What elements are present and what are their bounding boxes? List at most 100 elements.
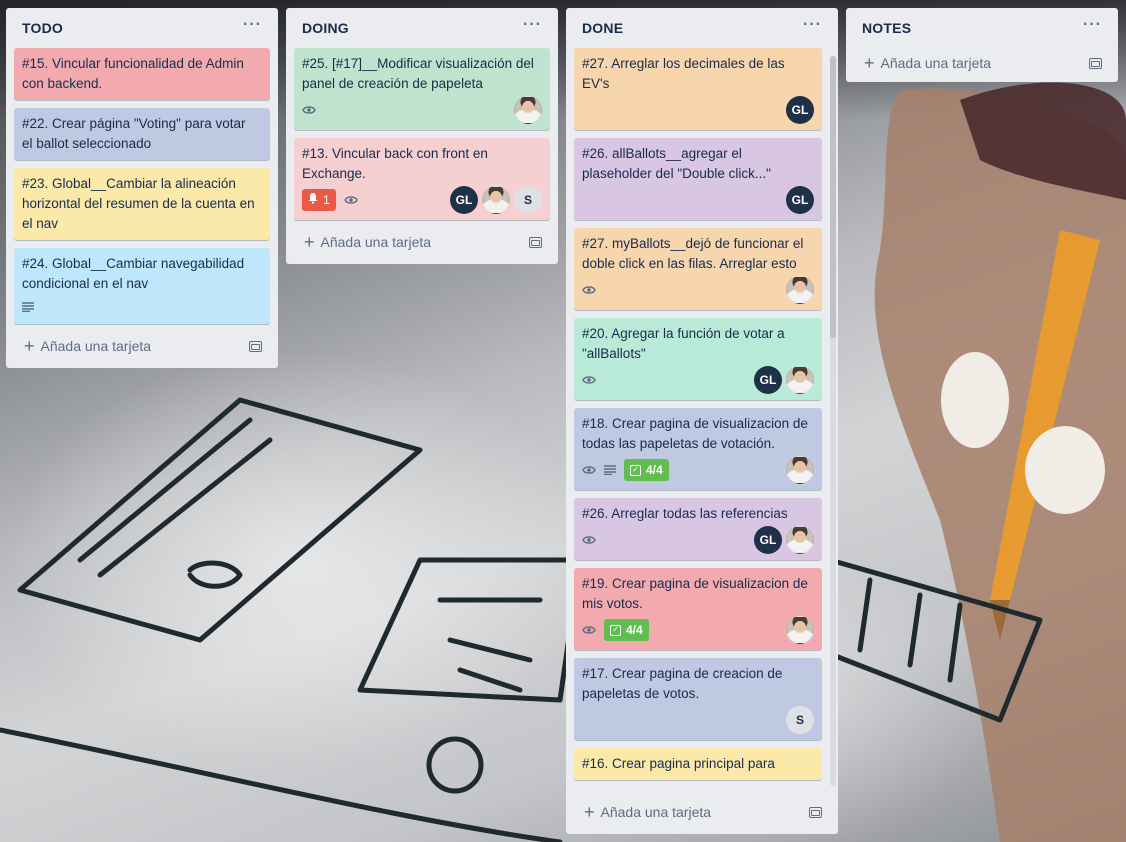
card-title: #27. Arreglar los decimales de las EV's (582, 56, 785, 91)
member-avatar[interactable] (786, 276, 814, 304)
card-badges: ✓ 4/4 (582, 459, 669, 481)
card-list: #15. Vincular funcionalidad de Admin con… (14, 48, 270, 324)
card-members: GL (754, 366, 814, 394)
card[interactable]: #26. allBallots__agregar el plaseholder … (574, 138, 822, 220)
add-card-label: Añada una tarjeta (320, 234, 432, 250)
description-icon (604, 465, 616, 475)
ellipsis-icon[interactable]: ··· (243, 17, 262, 36)
card-members (786, 456, 814, 484)
plus-icon: + (24, 336, 35, 356)
card-members (514, 96, 542, 124)
card-members (786, 276, 814, 304)
checklist-badge: ✓ 4/4 (604, 619, 649, 641)
member-avatar[interactable]: GL (754, 526, 782, 554)
card-badges: 1 (302, 189, 358, 211)
card-template-icon[interactable] (1089, 57, 1102, 69)
card[interactable]: #27. myBallots__dejó de funcionar el dob… (574, 228, 822, 310)
notification-count: 1 (323, 193, 330, 207)
card[interactable]: #15. Vincular funcionalidad de Admin con… (14, 48, 270, 100)
member-avatar[interactable]: GL (786, 186, 814, 214)
list-footer: + Añada una tarjeta (574, 790, 830, 834)
card-title: #17. Crear pagina de creacion de papelet… (582, 666, 783, 701)
watch-icon (582, 535, 596, 545)
card-footer: S (582, 706, 814, 734)
member-avatar[interactable] (786, 616, 814, 644)
scrollbar-thumb[interactable] (830, 56, 836, 338)
list-todo: TODO ··· #15. Vincular funcionalidad de … (6, 8, 278, 368)
card-template-icon[interactable] (529, 236, 542, 248)
card-badges (22, 302, 34, 312)
description-icon (22, 302, 34, 312)
card[interactable]: #13. Vincular back con front en Exchange… (294, 138, 550, 220)
member-avatar[interactable] (786, 526, 814, 554)
card[interactable]: #20. Agregar la función de votar a "allB… (574, 318, 822, 400)
member-avatar[interactable] (514, 96, 542, 124)
member-avatar[interactable] (786, 456, 814, 484)
card[interactable]: #23. Global__Cambiar la alineación horiz… (14, 168, 270, 240)
ellipsis-icon[interactable]: ··· (803, 17, 822, 36)
member-avatar[interactable] (786, 366, 814, 394)
add-card-button[interactable]: + Añada una tarjeta (584, 803, 711, 821)
card-title: #15. Vincular funcionalidad de Admin con… (22, 56, 244, 91)
list-footer: + Añada una tarjeta (294, 220, 550, 264)
member-avatar[interactable]: GL (786, 96, 814, 124)
card[interactable]: #19. Crear pagina de visualizacion de mi… (574, 568, 822, 650)
card-badges (582, 285, 596, 295)
card-footer: GL (582, 186, 814, 214)
card[interactable]: #25. [#17]__Modificar visualización del … (294, 48, 550, 130)
card-members: S (786, 706, 814, 734)
list-header: TODO ··· (14, 8, 270, 48)
plus-icon: + (864, 53, 875, 73)
card-title: #18. Crear pagina de visualizacion de to… (582, 416, 808, 451)
add-card-button[interactable]: + Añada una tarjeta (24, 336, 152, 356)
add-card-button[interactable]: + Añada una tarjeta (304, 233, 432, 251)
list-header: DONE ··· (574, 8, 830, 48)
card-footer: 1 GL S (302, 186, 542, 214)
card-list: #27. Arreglar los decimales de las EV's … (574, 48, 830, 786)
card-template-icon[interactable] (249, 340, 262, 352)
member-avatar[interactable]: S (786, 706, 814, 734)
list-scrollbar[interactable] (830, 56, 836, 786)
list-title[interactable]: DOING (302, 20, 349, 36)
card-title: #26. Arreglar todas las referencias (582, 506, 788, 521)
card-title: #27. myBallots__dejó de funcionar el dob… (582, 236, 804, 271)
card-template-icon[interactable] (809, 806, 822, 818)
card-title: #24. Global__Cambiar navegabilidad condi… (22, 256, 245, 291)
list-title[interactable]: DONE (582, 20, 623, 36)
card[interactable]: #17. Crear pagina de creacion de papelet… (574, 658, 822, 740)
list-title[interactable]: NOTES (862, 20, 911, 36)
list-done: DONE ··· #27. Arreglar los decimales de … (566, 8, 838, 834)
watch-icon (582, 465, 596, 475)
card-badges (302, 105, 316, 115)
checklist-icon: ✓ (610, 624, 621, 636)
card-footer (302, 96, 542, 124)
card-footer: ✓ 4/4 (582, 456, 814, 484)
card[interactable]: #18. Crear pagina de visualizacion de to… (574, 408, 822, 490)
card[interactable]: #24. Global__Cambiar navegabilidad condi… (14, 248, 270, 324)
card-footer: ✓ 4/4 (582, 616, 814, 644)
watch-icon (582, 375, 596, 385)
member-avatar[interactable]: GL (450, 186, 478, 214)
card-footer (582, 276, 814, 304)
ellipsis-icon[interactable]: ··· (523, 17, 542, 36)
card[interactable]: #22. Crear página "Voting" para votar el… (14, 108, 270, 160)
list-title[interactable]: TODO (22, 20, 63, 36)
card[interactable]: #26. Arreglar todas las referencias GL (574, 498, 822, 560)
watch-icon (302, 105, 316, 115)
ellipsis-icon[interactable]: ··· (1083, 17, 1102, 36)
card-footer (22, 296, 262, 318)
member-avatar[interactable] (482, 186, 510, 214)
list-notes: NOTES ··· + Añada una tarjeta (846, 8, 1118, 82)
card-footer: GL (582, 366, 814, 394)
card[interactable]: #27. Arreglar los decimales de las EV's … (574, 48, 822, 130)
card-members: GL (786, 186, 814, 214)
card-footer: GL (582, 526, 814, 554)
card-badges (582, 375, 596, 385)
add-card-label: Añada una tarjeta (40, 338, 152, 354)
card[interactable]: #16. Crear pagina principal para (574, 748, 822, 780)
member-avatar[interactable]: GL (754, 366, 782, 394)
add-card-label: Añada una tarjeta (880, 55, 992, 71)
add-card-button[interactable]: + Añada una tarjeta (864, 53, 992, 73)
card-list: #25. [#17]__Modificar visualización del … (294, 48, 550, 220)
member-avatar[interactable]: S (514, 186, 542, 214)
